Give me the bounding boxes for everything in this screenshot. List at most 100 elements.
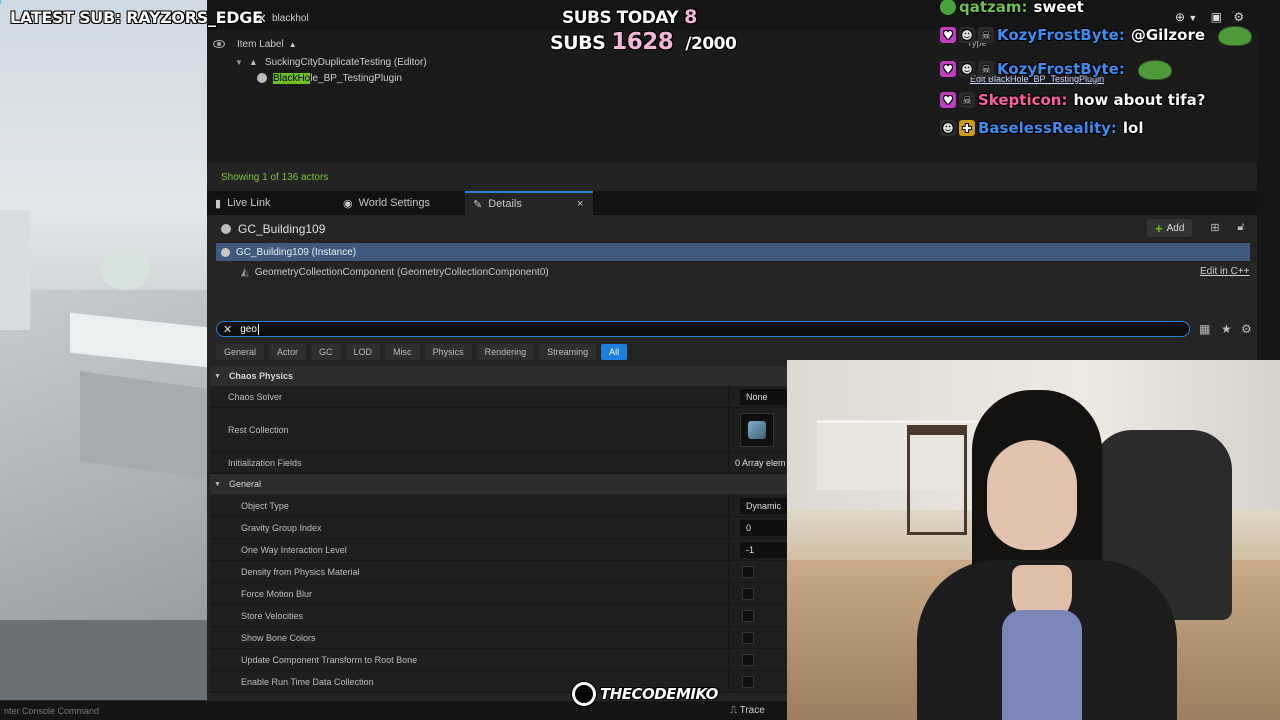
property-value[interactable] (740, 408, 774, 451)
subs-value: 1628 (611, 29, 674, 55)
property-label: Gravity Group Index (241, 522, 322, 533)
actor-name-label: GC_Building109 (238, 222, 326, 236)
tab-label: World Settings (358, 197, 430, 209)
property-value[interactable] (742, 649, 754, 670)
collapse-triangle-icon[interactable]: ▼ (214, 373, 221, 380)
chat-message: ♥ ☻ ☠ KozyFrostByte: @Gilzore (940, 23, 1205, 47)
webcam-streamer-face (987, 440, 1077, 550)
density-checkbox[interactable] (742, 565, 754, 578)
category-general[interactable]: General (216, 344, 265, 360)
skull-badge-icon: ☻ (940, 120, 956, 136)
category-rendering[interactable]: Rendering (476, 344, 535, 360)
subs-goal: /2000 (685, 34, 737, 54)
property-value: 0 Array elem (735, 457, 786, 468)
plus-icon: + (1155, 220, 1163, 236)
property-label: One Way Interaction Level (241, 544, 347, 555)
outliner-row-label-rest: le_BP_TestingPlugin (310, 72, 402, 84)
property-value[interactable] (742, 627, 754, 648)
show-bone-colors-checkbox[interactable] (742, 631, 754, 644)
viewport-road (0, 620, 207, 700)
skull-badge-icon: ☠ (978, 27, 994, 43)
folder-icon[interactable]: ▣ (1211, 10, 1222, 24)
collapse-triangle-icon[interactable]: ▼ (214, 481, 221, 488)
chat-text: lol (1122, 119, 1144, 137)
trace-button[interactable]: ⎍ Trace (730, 705, 765, 716)
rest-collection-thumbnail[interactable] (740, 412, 774, 447)
tab-details[interactable]: ✎ Details × (465, 191, 593, 215)
visibility-eye-icon[interactable] (213, 40, 225, 48)
level-icon: ▲ (248, 57, 258, 67)
trace-label: Trace (739, 705, 765, 716)
property-value[interactable] (742, 605, 754, 626)
close-tab-icon[interactable]: × (577, 198, 583, 210)
collapse-triangle-icon[interactable]: ▼ (235, 58, 243, 67)
tab-world-settings[interactable]: ◉ World Settings (335, 191, 465, 215)
section-title: Chaos Physics (228, 371, 293, 381)
property-value[interactable] (742, 561, 754, 582)
details-search-input[interactable]: ✕ geo (216, 321, 1190, 337)
property-label: Chaos Solver (228, 391, 283, 402)
category-gc[interactable]: GC (311, 344, 341, 360)
skull-badge-icon: ☠ (978, 61, 994, 77)
category-actor[interactable]: Actor (269, 344, 307, 360)
tab-label: Live Link (227, 197, 271, 209)
settings-gear-icon[interactable]: ⚙ (1241, 322, 1252, 336)
component-tree-instance[interactable]: GC_Building109 (Instance) (216, 243, 1250, 261)
channel-watermark: THECODEMIKO (572, 682, 718, 706)
property-value[interactable] (742, 671, 754, 692)
clear-search-icon[interactable]: ✕ (223, 323, 232, 336)
heart-badge-icon: ♥ (940, 27, 956, 43)
category-misc[interactable]: Misc (385, 344, 420, 360)
edit-in-cpp-link[interactable]: Edit in C++ (1200, 266, 1249, 277)
force-motion-blur-checkbox[interactable] (742, 587, 754, 600)
frog-badge-icon (940, 0, 956, 15)
search-value: geo (240, 323, 257, 335)
table-view-icon[interactable]: ▦ (1199, 322, 1210, 336)
property-label: Density from Physics Material (241, 566, 360, 577)
panel-tab-bar: ▮ Live Link ◉ World Settings ✎ Details × (207, 191, 1257, 215)
skull-badge-icon: ☻ (959, 27, 975, 43)
chat-username: BaselessReality: (978, 119, 1117, 137)
globe-icon: ◉ (343, 197, 353, 210)
favorite-star-icon[interactable]: ★ (1221, 322, 1232, 336)
update-transform-checkbox[interactable] (742, 653, 754, 666)
component-tree-item[interactable]: ◭ GeometryCollectionComponent (GeometryC… (241, 265, 549, 279)
chevron-down-icon[interactable]: ▼ (1188, 13, 1197, 23)
actor-icon (221, 224, 231, 234)
property-value[interactable] (742, 583, 754, 604)
store-velocities-checkbox[interactable] (742, 609, 754, 622)
subs-goal-counter: SUBS 1628/2000 (550, 29, 737, 55)
viewport-building (0, 210, 30, 330)
subs-today-label: SUBS TODAY (562, 8, 679, 28)
chat-username: qatzam: (959, 0, 1028, 16)
property-label: Show Bone Colors (241, 632, 316, 643)
console-command-input[interactable]: nter Console Command (0, 703, 200, 719)
settings-gear-icon[interactable]: ⚙ (1233, 10, 1244, 24)
outliner-row-actor[interactable]: BlackHo le_BP_TestingPlugin (257, 70, 402, 86)
blueprint-icon[interactable]: ⊞ (1207, 221, 1223, 235)
webcam-feed (787, 360, 1280, 720)
add-component-button[interactable]: + Add (1147, 219, 1193, 237)
chat-message: ♥ ☻ ☠ KozyFrostByte: (940, 57, 1131, 81)
lock-icon[interactable]: 🔓︎ (1233, 221, 1249, 235)
outliner-search-input[interactable]: blackhol (272, 13, 309, 24)
webcam-streamer-top (1002, 610, 1082, 720)
subs-label: SUBS (550, 32, 606, 54)
outliner-row-level[interactable]: ▼ ▲ SuckingCityDuplicateTesting (Editor) (235, 54, 427, 70)
runtime-data-checkbox[interactable] (742, 675, 754, 688)
instance-label: GC_Building109 (Instance) (236, 246, 357, 258)
category-lod[interactable]: LOD (345, 344, 381, 360)
category-streaming[interactable]: Streaming (539, 344, 597, 360)
category-all[interactable]: All (601, 344, 628, 360)
item-label-header[interactable]: Item Label (237, 39, 284, 50)
category-physics[interactable]: Physics (424, 344, 472, 360)
level-viewport[interactable] (0, 0, 207, 700)
clear-outliner-search-icon[interactable]: ✕ (256, 11, 267, 27)
add-filter-icon[interactable]: ⊕ (1175, 10, 1185, 24)
heart-badge-icon: ♥ (940, 61, 956, 77)
viewport-selection-line (0, 0, 2, 146)
outliner-row-label: SuckingCityDuplicateTesting (Editor) (264, 56, 427, 68)
property-label: Store Velocities (241, 610, 304, 621)
section-title: General (228, 479, 261, 489)
tab-live-link[interactable]: ▮ Live Link (207, 191, 327, 215)
